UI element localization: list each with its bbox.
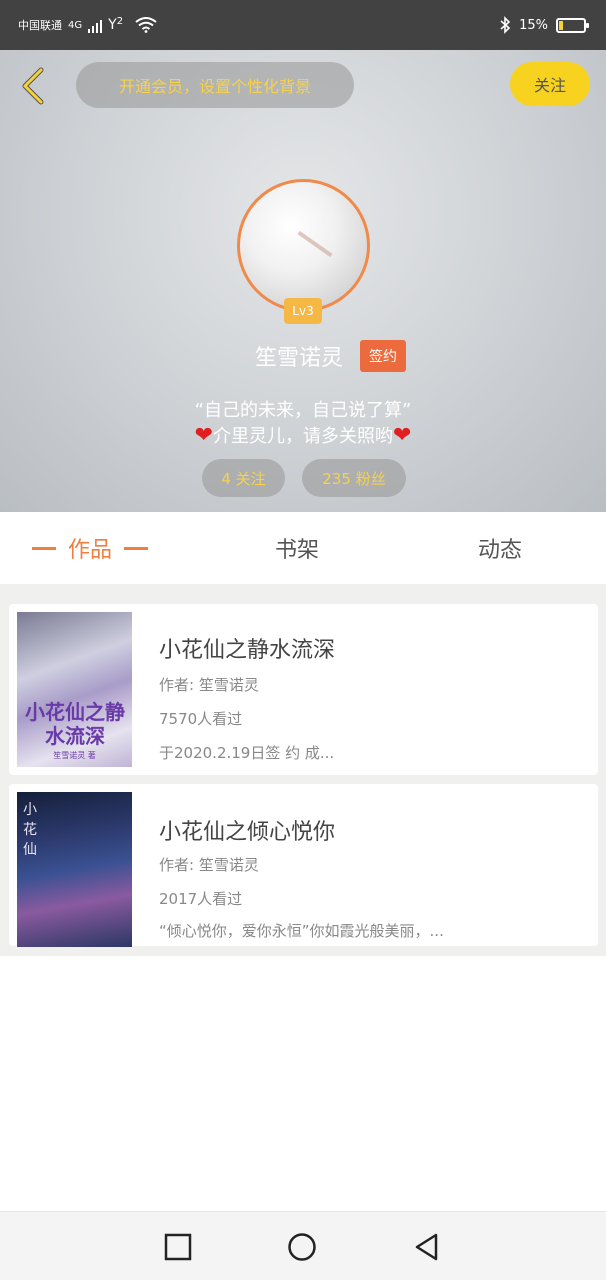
avatar[interactable]	[237, 179, 370, 312]
tab-works[interactable]: 作品	[32, 512, 160, 584]
back-triangle-icon[interactable]	[412, 1232, 442, 1262]
works-list: 小花仙之静水流深 笙雪诺灵 著 小花仙之静水流深 作者: 笙雪诺灵 7570人看…	[0, 594, 606, 956]
profile-header: 开通会员，设置个性化背景 关注 Lv3 笙雪诺灵 签约 “自己的未来，自己说了算…	[0, 50, 606, 512]
tab-works-label: 作品	[68, 538, 113, 563]
book-cover[interactable]: 小花仙	[17, 792, 132, 947]
heart-icon: ❤	[393, 423, 412, 448]
status-bar: 中国联通 4G Y 2 15%	[0, 0, 606, 50]
sim2-signal-icon: Y	[108, 17, 117, 33]
level-badge: Lv3	[284, 298, 322, 324]
book-title[interactable]: 小花仙之倾心悦你	[159, 814, 335, 846]
book-views: 2017人看过	[159, 890, 243, 908]
network-label: 4G	[68, 19, 83, 31]
cover-author: 笙雪诺灵 著	[53, 751, 96, 760]
book-author: 作者: 笙雪诺灵	[159, 676, 259, 694]
battery-percent: 15%	[519, 17, 548, 33]
book-description: 于2020.2.19日签 约 成...	[159, 744, 335, 762]
bluetooth-icon	[500, 16, 511, 34]
tab-bookshelf[interactable]: 书架	[275, 512, 319, 584]
recent-apps-icon[interactable]	[163, 1232, 193, 1262]
vip-background-button[interactable]: 开通会员，设置个性化背景	[76, 62, 354, 108]
system-nav-bar	[0, 1211, 606, 1280]
list-item[interactable]: 小花仙之静水流深 笙雪诺灵 著 小花仙之静水流深 作者: 笙雪诺灵 7570人看…	[9, 604, 598, 775]
bio-line-2-text: 介里灵儿，请多关照哟	[213, 426, 393, 447]
signal-icon	[88, 17, 103, 33]
book-title[interactable]: 小花仙之静水流深	[159, 632, 335, 664]
list-item[interactable]: 小花仙 小花仙之倾心悦你 作者: 笙雪诺灵 2017人看过 “倾心悦你，爱你永恒…	[9, 784, 598, 947]
battery-icon	[556, 17, 589, 33]
cover-title: 小花仙	[23, 802, 37, 858]
follow-button[interactable]: 关注	[510, 62, 590, 106]
bio-line-2: ❤介里灵儿，请多关照哟❤	[0, 422, 606, 448]
book-views: 7570人看过	[159, 710, 243, 728]
book-author: 作者: 笙雪诺灵	[159, 856, 259, 874]
signed-badge: 签约	[360, 340, 407, 372]
tab-indicator	[32, 546, 56, 550]
book-description: “倾心悦你，爱你永恒”你如霞光般美丽，...	[159, 922, 444, 940]
username: 笙雪诺灵	[254, 346, 343, 371]
book-cover[interactable]: 小花仙之静水流深 笙雪诺灵 著	[17, 612, 132, 767]
tab-indicator	[124, 546, 149, 550]
sim2-label: 2	[116, 15, 124, 27]
carrier-label: 中国联通	[18, 19, 62, 32]
following-count[interactable]: 4 关注	[202, 459, 285, 497]
back-button[interactable]	[14, 64, 54, 108]
tab-activity[interactable]: 动态	[478, 512, 522, 584]
home-icon[interactable]	[287, 1232, 317, 1262]
cover-title: 小花仙之静水流深	[25, 700, 125, 748]
heart-icon: ❤	[194, 423, 213, 448]
fans-count[interactable]: 235 粉丝	[302, 459, 406, 497]
bio-line-1: “自己的未来，自己说了算”	[194, 400, 412, 421]
wifi-icon	[135, 17, 157, 33]
chevron-left-icon	[22, 67, 44, 105]
profile-tabs: 作品 书架 动态	[0, 512, 606, 594]
username-row: 笙雪诺灵 签约	[0, 340, 606, 372]
